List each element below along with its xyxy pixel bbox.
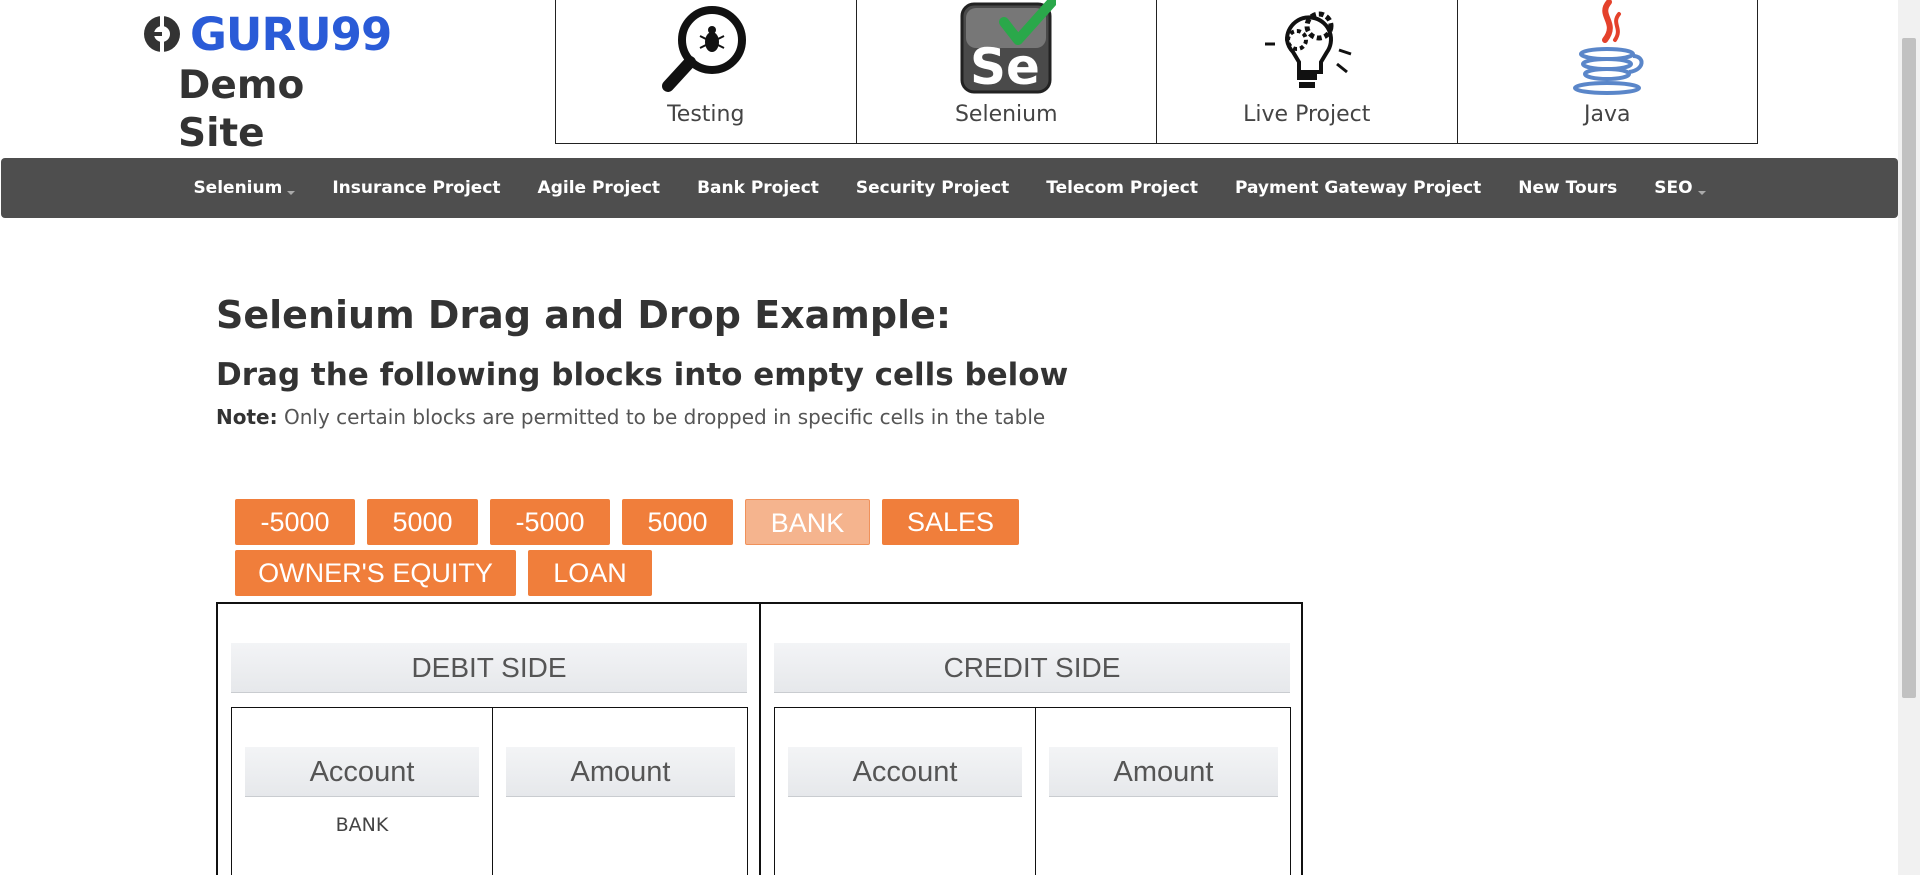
nav-item-security-project[interactable]: Security Project: [837, 158, 1027, 218]
tile-live-project[interactable]: Live Project: [1157, 0, 1458, 143]
nav-item-new-tours[interactable]: New Tours: [1500, 158, 1636, 218]
credit-side-header: CREDIT SIDE: [774, 643, 1290, 693]
debit-amount-cell[interactable]: Amount: [492, 707, 748, 875]
logo-wordmark: GURU99: [190, 8, 392, 61]
block-5000[interactable]: 5000: [367, 499, 478, 545]
credit-side: CREDIT SIDE Account Amount: [761, 604, 1303, 875]
debit-account-header: Account: [245, 747, 479, 797]
page-subtitle: Drag the following blocks into empty cel…: [216, 357, 1069, 393]
ledger-table: DEBIT SIDE Account BANK Amount CREDIT SI…: [216, 602, 1303, 875]
main-nav: Selenium Insurance Project Agile Project…: [1, 158, 1898, 218]
credit-amount-cell[interactable]: Amount: [1035, 707, 1291, 875]
lightbulb-gears-icon: [1264, 11, 1352, 88]
nav-item-label: Selenium: [193, 178, 283, 198]
block-minus-5000[interactable]: -5000: [490, 499, 610, 545]
svg-text:Se: Se: [970, 38, 1040, 96]
credit-account-header: Account: [788, 747, 1022, 797]
credit-amount-header: Amount: [1049, 747, 1278, 797]
course-tiles: Testing Se Selenium Live Project Java: [555, 0, 1758, 144]
site-header: GURU99 Demo Site Testing Se Selenium Liv…: [0, 0, 1898, 156]
debit-account-value[interactable]: BANK: [232, 814, 492, 836]
java-cup-icon: [1573, 0, 1644, 95]
nav-item-agile-project[interactable]: Agile Project: [519, 158, 679, 218]
main-content: Selenium Drag and Drop Example: Drag the…: [216, 290, 1416, 431]
page-title: Selenium Drag and Drop Example:: [216, 293, 952, 337]
logo-subtitle: Demo Site: [178, 63, 305, 156]
note-text: Note: Only certain blocks are permitted …: [216, 403, 1416, 431]
tile-java[interactable]: Java: [1458, 0, 1758, 143]
block-sales[interactable]: SALES: [882, 499, 1019, 545]
tile-label: Selenium: [954, 102, 1058, 127]
nav-item-label: SEO: [1654, 178, 1693, 198]
nav-item-telecom-project[interactable]: Telecom Project: [1028, 158, 1217, 218]
credit-account-cell[interactable]: Account: [774, 707, 1036, 875]
tile-label: Testing: [667, 102, 745, 127]
guru99-logo-icon: [144, 16, 180, 52]
block-minus-5000[interactable]: -5000: [235, 499, 355, 545]
caret-down-icon: [1697, 191, 1706, 195]
block-bank[interactable]: BANK: [745, 499, 870, 545]
nav-item-payment-gateway-project[interactable]: Payment Gateway Project: [1216, 158, 1499, 218]
magnifier-bug-icon: [661, 6, 746, 92]
debit-side: DEBIT SIDE Account BANK Amount: [218, 604, 761, 875]
block-row: OWNER'S EQUITY LOAN: [235, 550, 1135, 596]
tile-selenium[interactable]: Se Selenium: [857, 0, 1157, 143]
block-row: -5000 5000 -5000 5000 BANK SALES: [235, 499, 1135, 545]
block-owners-equity[interactable]: OWNER'S EQUITY: [235, 550, 516, 596]
nav-item-bank-project[interactable]: Bank Project: [679, 158, 838, 218]
block-5000[interactable]: 5000: [622, 499, 733, 545]
guru99-logo[interactable]: GURU99 Demo Site: [142, 8, 402, 156]
page-scrollbar[interactable]: [1898, 0, 1920, 875]
nav-item-seo[interactable]: SEO: [1636, 158, 1724, 218]
tile-testing[interactable]: Testing: [556, 0, 857, 143]
draggable-blocks: -5000 5000 -5000 5000 BANK SALES OWNER'S…: [235, 499, 1135, 601]
tile-label: Live Project: [1243, 102, 1371, 127]
debit-account-cell[interactable]: Account BANK: [231, 707, 493, 875]
caret-down-icon: [287, 191, 296, 195]
tile-label: Java: [1584, 102, 1631, 127]
debit-amount-header: Amount: [506, 747, 735, 797]
note-label: Note:: [216, 405, 278, 429]
selenium-logo-icon: Se: [960, 0, 1057, 96]
note-body: Only certain blocks are permitted to be …: [277, 405, 1046, 429]
nav-item-insurance-project[interactable]: Insurance Project: [314, 158, 519, 218]
scrollbar-thumb[interactable]: [1902, 38, 1916, 698]
block-loan[interactable]: LOAN: [528, 550, 652, 596]
nav-item-selenium[interactable]: Selenium: [175, 158, 314, 218]
debit-side-header: DEBIT SIDE: [231, 643, 747, 693]
